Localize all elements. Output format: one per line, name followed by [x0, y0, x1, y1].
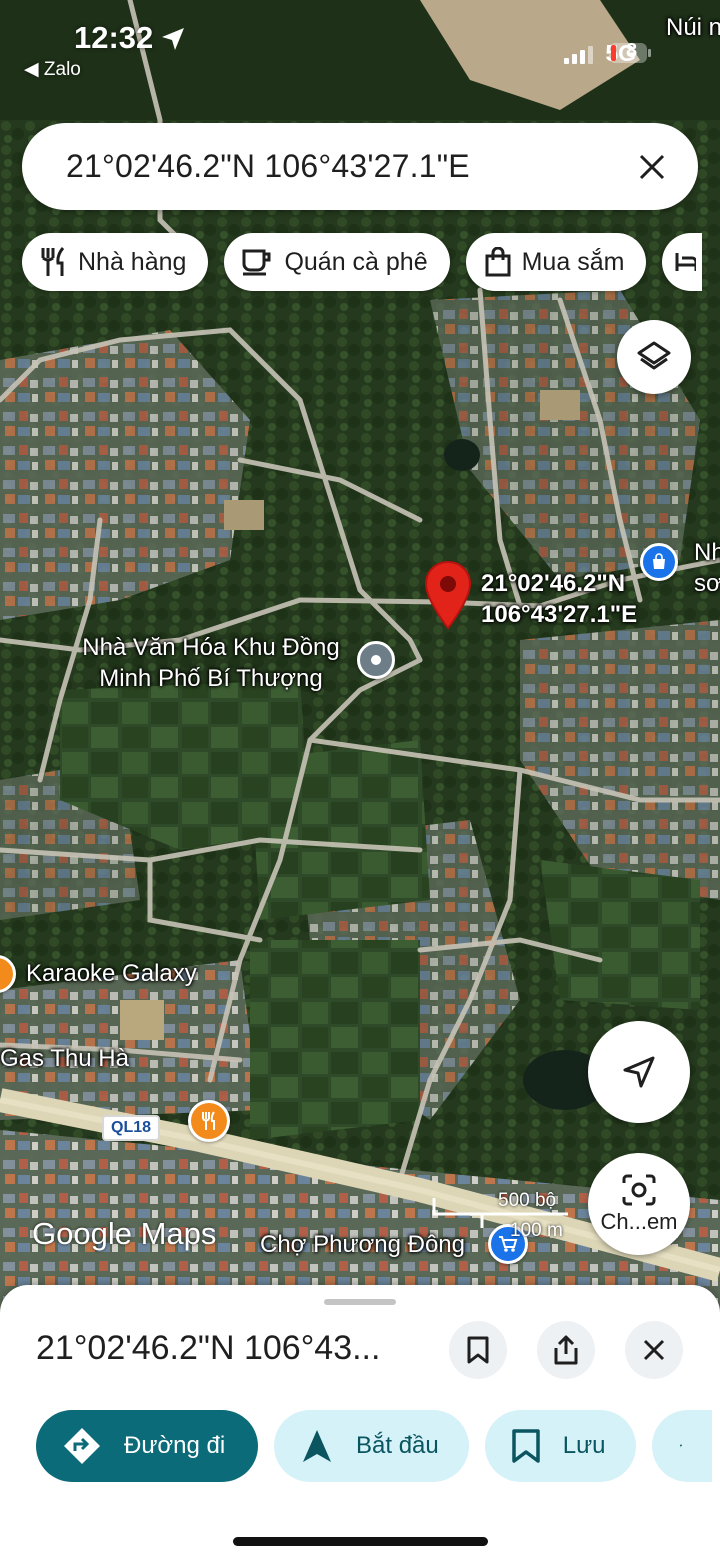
- battery-icon: 8: [608, 40, 652, 64]
- search-input[interactable]: 21°02'46.2"N 106°43'27.1"E: [66, 148, 632, 185]
- right-poi-line2: sơ: [694, 570, 720, 597]
- lens-label: Ch...em: [600, 1209, 678, 1234]
- close-icon: [639, 154, 665, 179]
- restaurant-poi-icon[interactable]: [188, 1100, 230, 1142]
- layers-button[interactable]: [617, 320, 691, 394]
- camera-search-icon: [622, 1174, 656, 1206]
- bookmark-icon: [467, 1336, 489, 1364]
- place-poi-icon[interactable]: [357, 641, 395, 679]
- search-bar[interactable]: 21°02'46.2"N 106°43'27.1"E: [22, 123, 698, 210]
- clear-search-button[interactable]: [632, 147, 672, 187]
- map-label-karaoke[interactable]: Karaoke Galaxy: [26, 958, 197, 989]
- start-label: Bắt đầu: [356, 1432, 439, 1459]
- chip-label: Nhà hàng: [78, 247, 187, 276]
- chip-shopping[interactable]: Mua sắm: [465, 233, 647, 291]
- signal-strength-icon: [564, 44, 594, 64]
- navigation-arrow-icon: [623, 1056, 655, 1088]
- map-label-right-poi[interactable]: Nh sơ: [694, 537, 720, 599]
- flag-icon: [679, 1444, 682, 1448]
- more-action-button[interactable]: [651, 1410, 712, 1482]
- save-button[interactable]: Lưu: [484, 1410, 636, 1482]
- shopping-bag-icon: [485, 247, 511, 277]
- back-to-app[interactable]: ◀ Zalo: [24, 58, 81, 81]
- place-name-line2: Minh Phố Bí Thượng: [99, 665, 323, 692]
- google-maps-logo: Google Maps: [32, 1216, 217, 1251]
- chip-coffee[interactable]: Quán cà phê: [224, 233, 450, 291]
- lens-button[interactable]: Ch...em: [588, 1153, 690, 1255]
- scale-bar: 500 bộ 100 m: [432, 1190, 570, 1241]
- map-label-mountain: Núi n: [666, 14, 720, 41]
- map-label-place[interactable]: Nhà Văn Hóa Khu Đồng Minh Phố Bí Thượng: [78, 632, 344, 694]
- dropped-pin-icon[interactable]: [424, 560, 472, 635]
- share-icon: [554, 1335, 578, 1365]
- my-location-button[interactable]: [588, 1021, 690, 1123]
- sheet-drag-handle[interactable]: [324, 1299, 396, 1305]
- place-bottom-sheet[interactable]: 21°02'46.2"N 106°43... Đường đi Bắt đầu …: [0, 1285, 720, 1560]
- restaurant-icon: [41, 247, 65, 276]
- coffee-icon: [242, 249, 271, 276]
- directions-icon: [64, 1428, 100, 1464]
- right-poi-line1: Nh: [694, 539, 720, 566]
- shopping-poi-icon[interactable]: [640, 543, 678, 581]
- status-time: 12:32: [74, 20, 154, 55]
- action-buttons: Đường đi Bắt đầu Lưu: [36, 1410, 720, 1482]
- close-icon: [643, 1339, 665, 1361]
- navigation-arrow-icon: [303, 1430, 331, 1462]
- pin-latitude: 21°02'46.2"N: [481, 570, 626, 597]
- directions-label: Đường đi: [124, 1432, 226, 1459]
- map-label-gas[interactable]: Gas Thu Hà: [0, 1043, 129, 1074]
- close-sheet-button[interactable]: [625, 1321, 683, 1379]
- save-icon-button[interactable]: [449, 1321, 507, 1379]
- place-name-line1: Nhà Văn Hóa Khu Đồng: [82, 634, 340, 661]
- location-arrow-icon: [162, 28, 184, 50]
- home-indicator: [233, 1537, 488, 1546]
- battery-level: 8: [626, 40, 638, 62]
- sheet-title: 21°02'46.2"N 106°43...: [36, 1329, 381, 1367]
- road-shield-ql18: QL18: [102, 1115, 161, 1141]
- pin-longitude: 106°43'27.1"E: [481, 601, 638, 628]
- chip-hotels[interactable]: [662, 233, 703, 291]
- chip-restaurants[interactable]: Nhà hàng: [22, 233, 209, 291]
- category-chips: Nhà hàng Quán cà phê Mua sắm: [22, 233, 703, 291]
- share-button[interactable]: [537, 1321, 595, 1379]
- scale-imperial: 500 bộ: [498, 1190, 557, 1211]
- chip-label: Mua sắm: [521, 247, 625, 276]
- dropped-pin-label: 21°02'46.2"N 106°43'27.1"E: [481, 568, 637, 630]
- chip-label: Quán cà phê: [284, 247, 428, 276]
- start-button[interactable]: Bắt đầu: [274, 1410, 469, 1482]
- directions-button[interactable]: Đường đi: [36, 1410, 258, 1482]
- scale-metric: 100 m: [510, 1220, 563, 1241]
- hotel-icon: [675, 253, 697, 271]
- layers-icon: [637, 341, 671, 370]
- save-label: Lưu: [562, 1432, 606, 1459]
- bookmark-icon: [511, 1429, 540, 1463]
